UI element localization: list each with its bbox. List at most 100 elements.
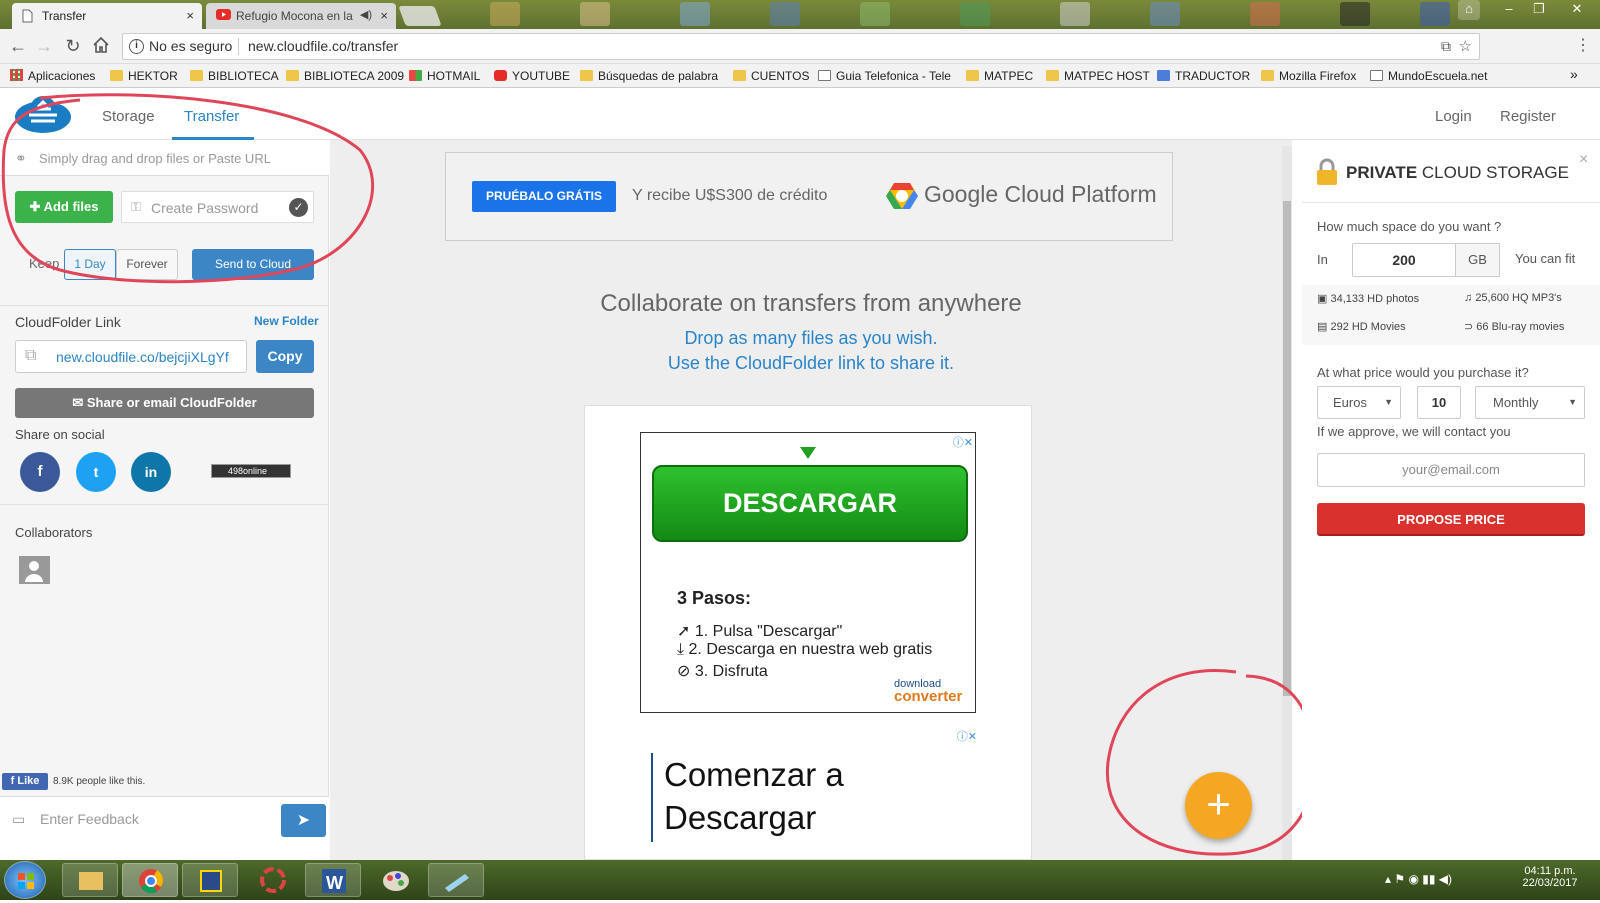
price-input[interactable]: 10 — [1417, 386, 1461, 419]
propose-price-button[interactable]: PROPOSE PRICE — [1317, 503, 1585, 536]
tab-transfer[interactable]: Transfer × — [12, 3, 202, 29]
bookmark-mundoescuela[interactable]: MundoEscuela.net — [1370, 69, 1487, 83]
currency-value: Euros — [1333, 395, 1367, 410]
ad-text: Y recibe U$S300 de crédito — [632, 187, 828, 204]
info-icon[interactable]: i — [129, 39, 144, 54]
folder-icon — [1261, 70, 1274, 81]
bookmark-label: BIBLIOTECA 2009 — [304, 69, 405, 83]
bookmark-biblioteca[interactable]: BIBLIOTECA — [190, 69, 279, 83]
new-folder-link[interactable]: New Folder — [254, 314, 319, 328]
register-link[interactable]: Register — [1500, 108, 1556, 125]
ad-bar — [651, 753, 653, 842]
start-button[interactable] — [4, 861, 46, 899]
word-icon[interactable]: W — [305, 863, 361, 897]
scrollbar-thumb[interactable] — [1283, 201, 1291, 696]
new-tab-button[interactable] — [398, 6, 442, 26]
bookmark-hotmail[interactable]: HOTMAIL — [409, 69, 480, 83]
more-bookmarks[interactable]: » — [1570, 66, 1578, 82]
menu-icon[interactable]: ⋮ — [1572, 36, 1594, 56]
download-ad[interactable]: ⓘ✕ DESCARGAR 3 Pasos: ➚ 1. Pulsa "Descar… — [640, 432, 976, 713]
can-fit-label: You can fit — [1515, 251, 1576, 266]
bookmark-label: HOTMAIL — [427, 69, 481, 83]
translate-icon[interactable]: ⧉ — [1441, 34, 1451, 59]
film-icon: ▤ — [1317, 321, 1331, 333]
browser-toolbar: ← → ↻ i No es seguro new.cloudfile.co/tr… — [0, 29, 1600, 64]
bookmark-hektor[interactable]: HEKTOR — [110, 69, 178, 83]
ad-info-icon[interactable]: ⓘ✕ — [957, 728, 977, 744]
bookmark-label: Guia Telefonica - Tele — [836, 69, 951, 83]
user-icon[interactable]: ⌂ — [1458, 0, 1480, 20]
url-text[interactable]: new.cloudfile.co/transfer — [248, 34, 398, 59]
email-icon: ✉ — [72, 395, 87, 410]
home-icon[interactable] — [90, 36, 112, 58]
bookmark-busquedas[interactable]: Búsquedas de palabra — [580, 69, 718, 83]
paint-icon[interactable] — [368, 863, 424, 897]
facebook-like-button[interactable]: f Like — [2, 773, 48, 790]
avatar[interactable] — [19, 556, 50, 584]
bookmark-mozilla[interactable]: Mozilla Firefox — [1261, 69, 1356, 83]
reload-icon[interactable]: ↻ — [62, 36, 84, 56]
annotation-circle — [1105, 669, 1316, 856]
period-select[interactable]: Monthly ▼ — [1475, 386, 1585, 419]
headline: Collaborate on transfers from anywhere — [600, 290, 1022, 317]
feedback-input[interactable]: Enter Feedback — [40, 811, 139, 827]
share-email-button[interactable]: ✉ Share or email CloudFolder — [15, 388, 314, 418]
bookmark-cuentos[interactable]: CUENTOS — [733, 69, 809, 83]
login-link[interactable]: Login — [1435, 108, 1472, 125]
star-icon[interactable]: ☆ — [1459, 34, 1472, 59]
bookmark-label: Búsquedas de palabra — [598, 69, 719, 83]
explorer-icon[interactable] — [62, 863, 118, 897]
fit-value: 292 HD Movies — [1330, 321, 1406, 333]
clock[interactable]: 04:11 p.m. 22/03/2017 — [1515, 865, 1585, 889]
ad3-line-2[interactable]: Descargar — [664, 799, 816, 837]
close-icon[interactable]: × — [186, 8, 194, 23]
twitter-icon[interactable]: t — [76, 452, 116, 492]
clock-time: 04:11 p.m. — [1524, 865, 1576, 877]
bookmark-guia[interactable]: Guia Telefonica - Tele — [818, 69, 951, 83]
fit-movies: ▤ 292 HD Movies — [1317, 320, 1406, 333]
ad-cta-button[interactable]: PRUÉBALO GRÁTIS — [472, 181, 616, 212]
copy-button[interactable]: Copy — [256, 340, 314, 373]
bookmark-biblioteca-2009[interactable]: BIBLIOTECA 2009 — [286, 69, 404, 83]
bookmark-apps[interactable]: Aplicaciones — [10, 69, 95, 83]
bookmark-matpec-host[interactable]: MATPEC HOST — [1046, 69, 1150, 83]
descargar-button[interactable]: DESCARGAR — [652, 465, 968, 542]
app-icon[interactable] — [428, 863, 484, 897]
page-icon — [818, 70, 831, 81]
media-icon[interactable] — [245, 863, 301, 897]
minimize-icon[interactable]: – — [1494, 0, 1524, 20]
app-icon[interactable] — [182, 863, 238, 897]
close-icon[interactable]: × — [1579, 151, 1588, 169]
close-window-icon[interactable]: ✕ — [1560, 0, 1594, 20]
unit-label: GB — [1455, 243, 1500, 277]
linkedin-icon[interactable]: in — [131, 452, 171, 492]
back-icon[interactable]: ← — [7, 36, 29, 56]
folder-icon — [580, 70, 593, 81]
bookmark-youtube[interactable]: YOUTUBE — [494, 69, 570, 83]
restore-icon[interactable]: ❐ — [1524, 0, 1554, 20]
tab-refugio[interactable]: Refugio Mocona en la ◀) × — [206, 3, 396, 29]
currency-select[interactable]: Euros ▼ — [1317, 386, 1401, 419]
online-badge[interactable]: 498online — [211, 464, 291, 478]
chrome-icon[interactable] — [122, 863, 178, 897]
folder-icon — [286, 70, 299, 81]
email-input[interactable]: your@email.com — [1317, 453, 1585, 487]
google-cloud-ad[interactable]: PRUÉBALO GRÁTIS Y recibe U$S300 de crédi… — [445, 152, 1173, 241]
ad3-line-1[interactable]: Comenzar a — [664, 756, 844, 794]
facebook-icon[interactable]: f — [20, 452, 60, 492]
bookmark-label: MATPEC — [984, 69, 1034, 83]
bookmark-label: Mozilla Firefox — [1279, 69, 1357, 83]
storage-amount-input[interactable]: 200 — [1352, 243, 1456, 277]
forward-icon[interactable]: → — [33, 36, 55, 56]
chat-icon: ▭ — [12, 811, 26, 827]
fit-stats: ▣ 34,133 HD photos ♫ 25,600 HQ MP3's ▤ 2… — [1302, 285, 1600, 345]
ad-info-icon[interactable]: ⓘ✕ — [953, 434, 973, 450]
address-bar[interactable]: i No es seguro new.cloudfile.co/transfer… — [122, 33, 1480, 60]
tab-title: Refugio Mocona en la — [236, 9, 353, 23]
tray-icons[interactable]: ▴ ⚑ ◉ ▮▮ ◀) — [1385, 872, 1452, 886]
close-icon[interactable]: × — [380, 8, 388, 23]
bookmark-matpec[interactable]: MATPEC — [966, 69, 1033, 83]
cloudfolder-link-field[interactable]: ⧉ new.cloudfile.co/bejcjiXLgYf — [15, 340, 247, 373]
send-icon[interactable]: ➤ — [281, 804, 326, 837]
bookmark-traductor[interactable]: TRADUCTOR — [1157, 69, 1250, 83]
